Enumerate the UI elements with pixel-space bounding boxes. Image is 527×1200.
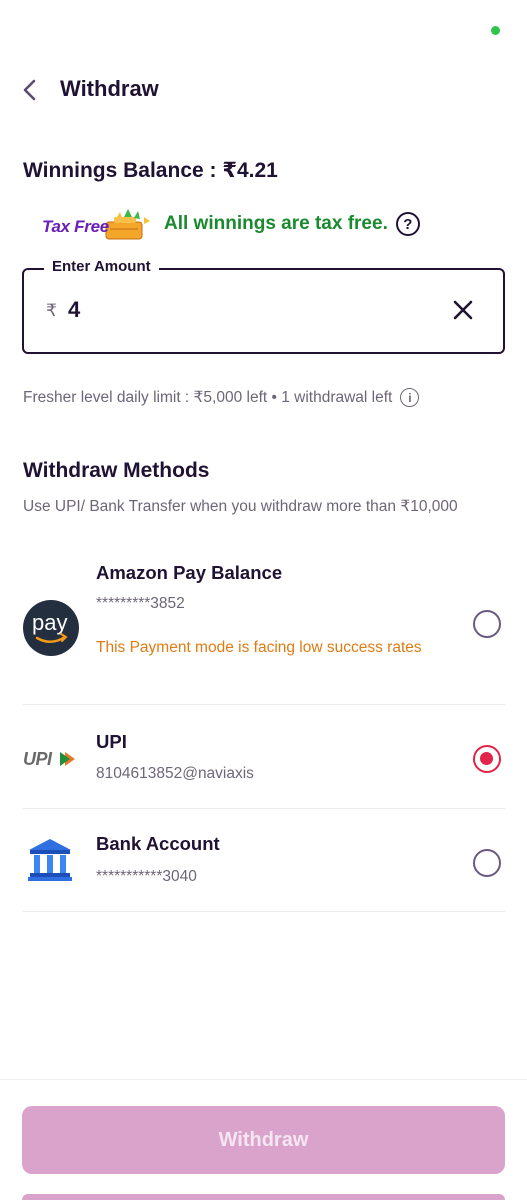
winnings-balance: Winnings Balance : ₹4.21 (23, 159, 278, 182)
amazon-pay-logo: pay (23, 600, 79, 656)
bank-icon (28, 839, 72, 881)
method-upi[interactable]: UPI UPI 8104613852@naviaxis (23, 705, 505, 809)
rupee-prefix: ₹ (46, 301, 57, 320)
tax-free-message: All winnings are tax free. (164, 213, 388, 234)
withdraw-methods-title: Withdraw Methods (23, 459, 210, 482)
bottom-sheet-edge (22, 1194, 505, 1200)
method-name: Amazon Pay Balance (96, 562, 283, 583)
status-indicator-dot (491, 26, 500, 35)
upi-arrow-icon (60, 752, 75, 766)
amount-input[interactable] (68, 292, 428, 328)
app-header: Withdraw (0, 68, 527, 112)
method-account: ***********3040 (96, 868, 197, 885)
method-radio-selected[interactable] (473, 745, 501, 773)
method-account: *********3852 (96, 595, 185, 612)
method-name: Bank Account (96, 833, 220, 854)
tax-free-badge-text: Tax Free (42, 217, 109, 236)
help-icon[interactable]: ? (395, 212, 420, 236)
amount-field: Enter Amount ₹ (22, 258, 505, 354)
withdraw-button[interactable]: Withdraw (22, 1106, 505, 1174)
daily-limit-info: Fresher level daily limit : ₹5,000 left … (23, 388, 420, 407)
page-title: Withdraw (60, 76, 159, 101)
method-warning: This Payment mode is facing low success … (96, 639, 422, 656)
withdraw-methods-subtitle: Use UPI/ Bank Transfer when you withdraw… (23, 498, 458, 515)
method-bank-account[interactable]: Bank Account ***********3040 (23, 809, 505, 912)
tax-free-badge: Tax Free (40, 205, 158, 243)
clear-amount-button[interactable] (449, 296, 477, 324)
amount-field-label: Enter Amount (44, 258, 159, 275)
tax-free-banner: Tax Free All winnings are tax free. ? (40, 204, 420, 244)
info-icon[interactable]: i (400, 388, 420, 407)
upi-logo: UPI (23, 748, 79, 770)
method-radio[interactable] (473, 849, 501, 877)
method-name: UPI (96, 731, 127, 752)
amazon-smile-icon (35, 633, 68, 643)
chevron-left-icon (23, 79, 36, 101)
daily-limit-text: Fresher level daily limit : ₹5,000 left … (23, 389, 393, 406)
method-radio[interactable] (473, 610, 501, 638)
back-button[interactable] (14, 74, 46, 106)
method-account: 8104613852@naviaxis (96, 765, 254, 782)
footer-divider (0, 1079, 527, 1080)
close-icon (453, 300, 473, 320)
method-amazon-pay[interactable]: pay Amazon Pay Balance *********3852 Thi… (23, 540, 505, 705)
